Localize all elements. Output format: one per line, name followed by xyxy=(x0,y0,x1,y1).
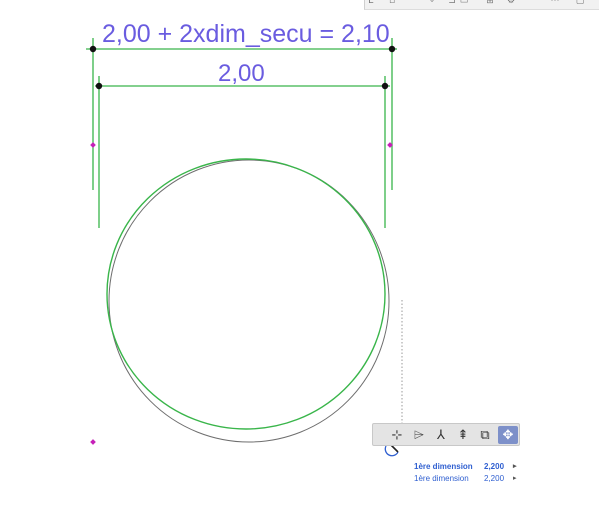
page-icon[interactable]: ▫ xyxy=(387,0,397,6)
tracker-value[interactable]: 2,200 xyxy=(484,474,504,483)
drag-icon[interactable]: ✥ xyxy=(498,426,518,444)
top-toolbar: E ▫ ⌖ ⊐ ▭ ⊞ ⚙ ⋯ ▢ xyxy=(364,0,599,10)
settings-icon[interactable]: ⚙ xyxy=(506,0,516,6)
tracker-label: 1ère dimension xyxy=(414,462,473,471)
offset-edge-icon[interactable]: ⌲ xyxy=(409,426,429,444)
more-icon[interactable]: ⋯ xyxy=(550,0,560,6)
outer-dimension-label[interactable]: 2,00 + 2xdim_secu = 2,10 xyxy=(102,20,390,49)
grid-icon[interactable]: ⊞ xyxy=(485,0,495,6)
menu-glyph-icon[interactable]: E xyxy=(367,0,375,6)
window-icon[interactable]: ▢ xyxy=(575,0,585,6)
inner-dim-node-left[interactable] xyxy=(95,82,103,90)
stretch-icon[interactable]: ⇞ xyxy=(453,426,473,444)
inner-dimension-label[interactable]: 2,00 xyxy=(218,60,265,88)
pointer-icon[interactable]: ⌖ xyxy=(427,0,437,6)
tracker-label: 1ère dimension xyxy=(414,474,469,483)
tracker-value[interactable]: 2,200 xyxy=(484,462,504,471)
tracker-arrow-icon[interactable]: ▸ xyxy=(513,462,517,470)
copy-icon[interactable]: ⧉ xyxy=(475,426,495,444)
ghost-circle xyxy=(108,159,390,443)
move-node-icon[interactable]: ⊹ xyxy=(387,426,407,444)
inner-dimension[interactable] xyxy=(95,76,390,228)
inner-dim-node-right[interactable] xyxy=(381,82,389,90)
document-icon[interactable]: ▭ xyxy=(459,0,469,6)
tracker-arrow-icon[interactable]: ▸ xyxy=(513,474,517,482)
circle-shape[interactable] xyxy=(106,158,386,430)
split-icon[interactable]: ⅄ xyxy=(431,426,451,444)
outer-dim-node-left[interactable] xyxy=(89,45,97,53)
hotspot-bottom[interactable] xyxy=(90,439,96,445)
outer-dim-node-right[interactable] xyxy=(388,45,396,53)
drawing-canvas[interactable] xyxy=(0,0,599,526)
folder-icon[interactable]: ⊐ xyxy=(447,0,457,6)
hotspot-left[interactable] xyxy=(90,142,96,148)
pet-palette: ⊹ ⌲ ⅄ ⇞ ⧉ ✥ xyxy=(372,423,520,446)
